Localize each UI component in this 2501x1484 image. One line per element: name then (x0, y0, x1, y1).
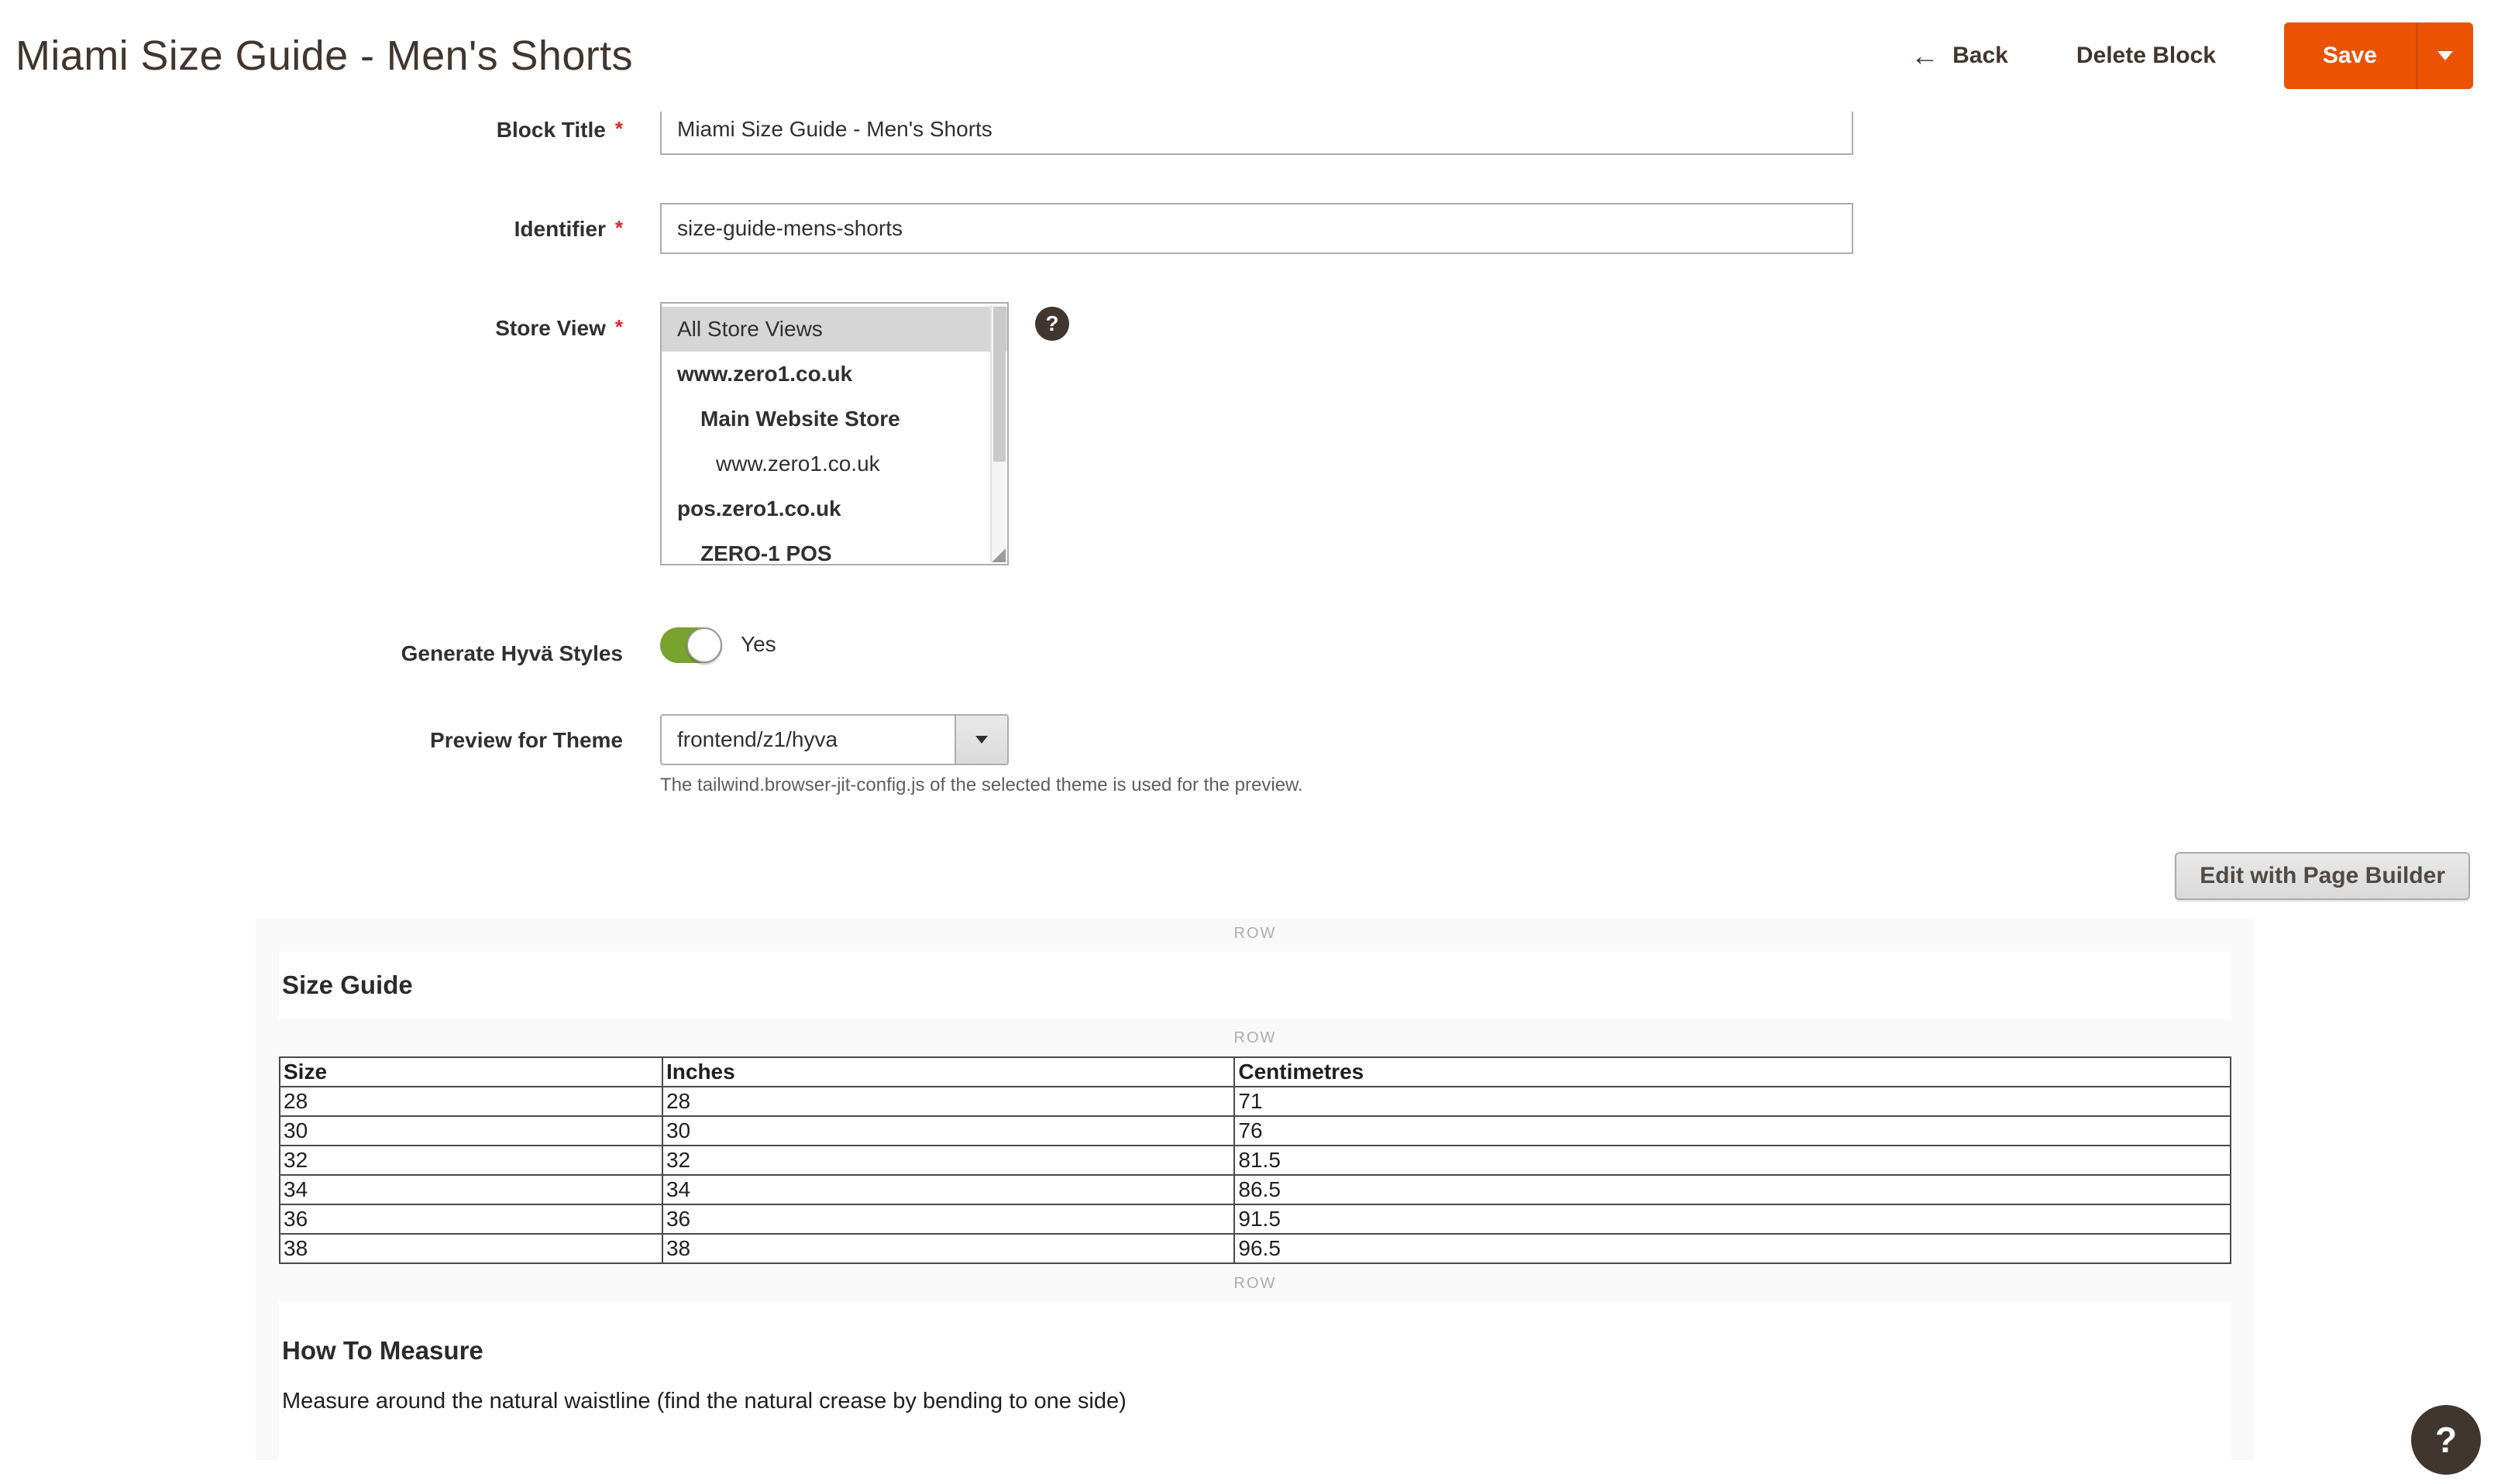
store-view-option[interactable]: www.zero1.co.uk (662, 441, 1007, 486)
hyva-styles-row: Generate Hyvä Styles Yes (0, 627, 2501, 666)
save-split-button: Save (2284, 22, 2473, 89)
toggle-knob (686, 627, 722, 663)
resize-grip-icon[interactable] (992, 548, 1006, 562)
page-header: Miami Size Guide - Men's Shorts ← Back D… (0, 0, 2501, 112)
pagebuilder-row-label: ROW (279, 1019, 2231, 1056)
delete-block-button[interactable]: Delete Block (2076, 43, 2216, 69)
identifier-field (660, 203, 1853, 254)
size-table-cell: 36 (662, 1204, 1234, 1234)
identifier-input[interactable] (660, 203, 1853, 254)
size-guide-heading: Size Guide (282, 970, 413, 1000)
size-table[interactable]: SizeInchesCentimetres282871303076323281.… (279, 1056, 2231, 1264)
page-title: Miami Size Guide - Men's Shorts (15, 32, 633, 80)
hyva-styles-field: Yes (660, 627, 776, 663)
how-to-measure-text: Measure around the natural waistline (fi… (282, 1389, 2228, 1414)
store-view-option[interactable]: www.zero1.co.uk (662, 352, 1007, 397)
identifier-label-text: Identifier (514, 217, 606, 241)
store-view-help-icon[interactable]: ? (1035, 307, 1069, 341)
listbox-scrollbar[interactable] (990, 305, 1006, 562)
pagebuilder-row-label: ROW (279, 1264, 2231, 1302)
size-table-cell: 86.5 (1234, 1175, 2231, 1204)
how-to-measure-heading: How To Measure (282, 1336, 2228, 1365)
size-table-header-cell: Inches (662, 1057, 1234, 1087)
store-view-options: All Store Viewswww.zero1.co.ukMain Websi… (662, 307, 1007, 565)
size-table-cell: 71 (1234, 1087, 2231, 1116)
required-asterisk: * (615, 216, 623, 239)
edit-with-page-builder-button[interactable]: Edit with Page Builder (2175, 852, 2470, 900)
save-button[interactable]: Save (2284, 22, 2416, 89)
size-guide-heading-block[interactable]: Size Guide (279, 952, 2231, 1019)
table-row: 303076 (280, 1116, 2231, 1146)
size-table-cell: 32 (662, 1146, 1234, 1175)
caret-down-icon (975, 736, 988, 744)
size-table-cell: 34 (662, 1175, 1234, 1204)
hyva-styles-label: Generate Hyvä Styles (0, 627, 660, 666)
size-table-cell: 96.5 (1234, 1234, 2231, 1263)
caret-down-icon (2437, 51, 2453, 60)
store-view-option[interactable]: All Store Views (662, 307, 1007, 352)
store-view-field: All Store Viewswww.zero1.co.ukMain Websi… (660, 302, 1069, 565)
size-table-cell: 81.5 (1234, 1146, 2231, 1175)
preview-theme-field: frontend/z1/hyva The tailwind.browser-ji… (660, 714, 1303, 796)
back-button-label: Back (1952, 43, 2008, 69)
size-table-cell: 38 (280, 1234, 662, 1263)
table-row: 383896.5 (280, 1234, 2231, 1263)
table-row: 363691.5 (280, 1204, 2231, 1234)
pagebuilder-row-label: ROW (279, 919, 2231, 952)
page-builder-toolbar: Edit with Page Builder (0, 852, 2501, 900)
hyva-styles-toggle[interactable] (660, 627, 721, 663)
size-table-header-row: SizeInchesCentimetres (280, 1057, 2231, 1087)
store-view-label: Store View * (0, 302, 660, 341)
size-table-cell: 32 (280, 1146, 662, 1175)
identifier-row: Identifier * (0, 203, 2501, 254)
edit-block-form: Block Title * Identifier * Store View * All… (0, 104, 2501, 1460)
hyva-styles-label-text: Generate Hyvä Styles (401, 641, 623, 665)
size-table-cell: 38 (662, 1234, 1234, 1263)
preview-theme-note: The tailwind.browser-jit-config.js of th… (660, 775, 1303, 796)
hyva-styles-state: Yes (741, 627, 776, 657)
preview-theme-value: frontend/z1/hyva (662, 716, 955, 764)
required-asterisk: * (615, 315, 623, 338)
preview-theme-row: Preview for Theme frontend/z1/hyva The t… (0, 714, 2501, 796)
size-table-header-cell: Size (280, 1057, 662, 1087)
preview-theme-label: Preview for Theme (0, 714, 660, 753)
size-table-cell: 28 (280, 1087, 662, 1116)
table-row: 343486.5 (280, 1175, 2231, 1204)
store-view-label-text: Store View (495, 316, 606, 340)
size-table-cell: 34 (280, 1175, 662, 1204)
store-view-option[interactable]: pos.zero1.co.uk (662, 486, 1007, 531)
store-view-listbox[interactable]: All Store Viewswww.zero1.co.ukMain Websi… (660, 302, 1009, 565)
size-table-cell: 30 (280, 1116, 662, 1146)
table-row: 323281.5 (280, 1146, 2231, 1175)
block-title-label-text: Block Title (497, 118, 606, 142)
size-table-cell: 28 (662, 1087, 1234, 1116)
back-button[interactable]: ← Back (1911, 40, 2008, 72)
how-to-measure-block[interactable]: How To Measure Measure around the natura… (279, 1302, 2231, 1460)
store-view-row: Store View* All Store Viewswww.zero1.co.… (0, 302, 2501, 565)
size-table-cell: 91.5 (1234, 1204, 2231, 1234)
preview-theme-select[interactable]: frontend/z1/hyva (660, 714, 1009, 765)
store-view-option[interactable]: Main Website Store (662, 397, 1007, 441)
store-view-option[interactable]: ZERO-1 POS (662, 531, 1007, 565)
size-table-cell: 30 (662, 1116, 1234, 1146)
page-builder-stage[interactable]: ROW Size Guide ROW SizeInchesCentimetres… (256, 919, 2255, 1460)
preview-theme-label-text: Preview for Theme (430, 728, 623, 752)
listbox-scrollbar-thumb[interactable] (993, 307, 1006, 462)
preview-theme-dropdown-button[interactable] (955, 716, 1007, 764)
back-arrow-icon: ← (1911, 40, 1939, 72)
header-actions: ← Back Delete Block Save (1911, 22, 2473, 89)
size-table-cell: 36 (280, 1204, 662, 1234)
table-row: 282871 (280, 1087, 2231, 1116)
size-table-header-cell: Centimetres (1234, 1057, 2231, 1087)
size-table-cell: 76 (1234, 1116, 2231, 1146)
required-asterisk: * (615, 117, 623, 140)
identifier-label: Identifier * (0, 203, 660, 242)
save-dropdown-toggle[interactable] (2416, 22, 2473, 89)
